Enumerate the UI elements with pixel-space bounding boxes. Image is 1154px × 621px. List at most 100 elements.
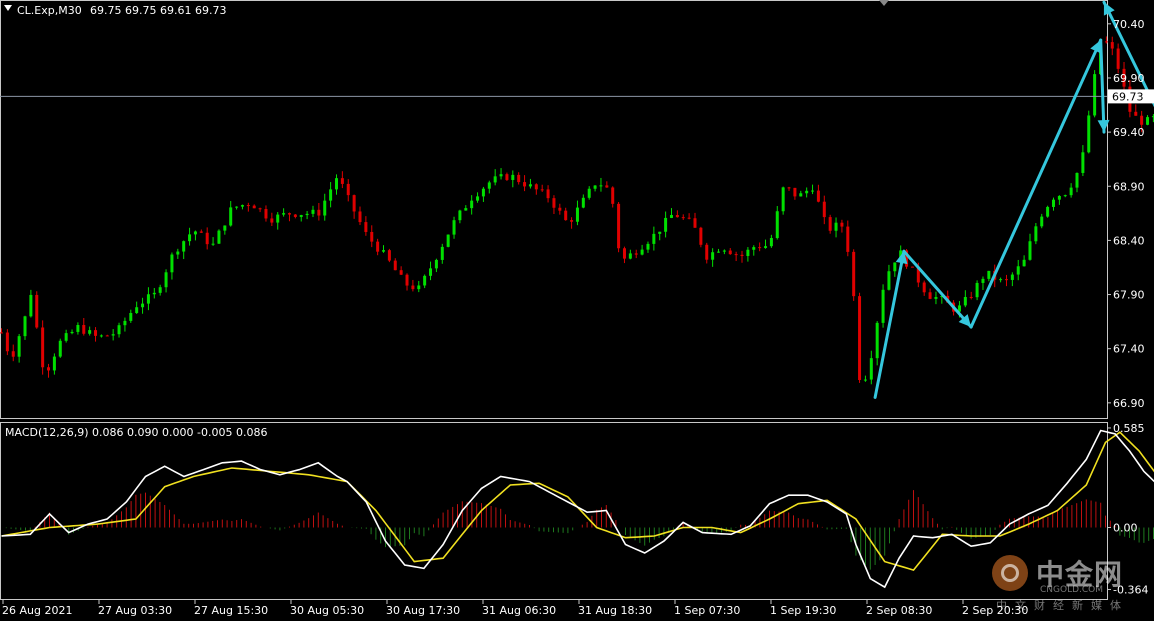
candle-body <box>417 285 421 290</box>
candle-body <box>664 217 668 232</box>
candle-body <box>41 327 45 368</box>
candle-body <box>658 231 662 234</box>
candle-body <box>99 335 103 337</box>
candle-body <box>1040 216 1044 227</box>
cngold-logo-icon <box>992 555 1028 591</box>
candle-body <box>1110 42 1114 49</box>
candle-body <box>258 208 262 210</box>
candle-body <box>129 313 133 321</box>
candle-body <box>123 320 127 326</box>
chart-title: CL.Exp,M30 <box>17 4 82 17</box>
candle-body <box>505 174 509 180</box>
candle-body <box>852 251 856 297</box>
candle-body <box>811 190 815 192</box>
candle-body <box>628 253 632 259</box>
candle-body <box>546 189 550 199</box>
candle-body <box>393 260 397 271</box>
candle-body <box>858 296 862 381</box>
candle-body <box>570 220 574 222</box>
candle-body <box>910 266 914 268</box>
candle-body <box>816 190 820 202</box>
price-tick-label: 67.90 <box>1113 289 1145 302</box>
candle-body <box>887 271 891 290</box>
candle-body <box>1134 111 1138 116</box>
candle-body <box>1140 115 1144 125</box>
time-tick-label: 2 Sep 08:30 <box>866 604 932 617</box>
time-tick-label: 30 Aug 05:30 <box>290 604 364 617</box>
time-tick-label: 30 Aug 17:30 <box>386 604 460 617</box>
time-tick-label: 31 Aug 06:30 <box>482 604 556 617</box>
price-tick-label: 67.40 <box>1113 343 1145 356</box>
candle-body <box>282 213 286 215</box>
candle-body <box>293 214 297 217</box>
candle-body <box>1081 152 1085 173</box>
candle-body <box>511 174 515 180</box>
trend-arrow-line <box>1099 38 1106 134</box>
candle-body <box>270 218 274 223</box>
window-marker <box>879 0 889 6</box>
candle-body <box>481 188 485 197</box>
candle-body <box>828 217 832 231</box>
candle-body <box>23 316 27 337</box>
candle-body <box>440 246 444 260</box>
candle-body <box>223 225 227 231</box>
candle-body <box>340 178 344 184</box>
candle-body <box>264 209 268 219</box>
candle-body <box>787 187 791 189</box>
candle-body <box>188 234 192 242</box>
candle-body <box>5 332 9 352</box>
candle-body <box>634 253 638 255</box>
candle-body <box>58 340 62 357</box>
candle-body <box>458 210 462 221</box>
candle-body <box>746 249 750 257</box>
candle-body <box>981 278 985 283</box>
candle-body <box>699 227 703 245</box>
candle-body <box>105 335 109 337</box>
candle-body <box>728 250 732 255</box>
time-tick-label: 26 Aug 2021 <box>2 604 72 617</box>
candle-body <box>722 250 726 252</box>
macd-signal-line <box>1 431 1154 572</box>
candle-body <box>146 294 150 304</box>
candle-body <box>834 222 838 231</box>
price-tick-label: 69.40 <box>1113 126 1145 139</box>
time-tick-label: 27 Aug 15:30 <box>194 604 268 617</box>
candle-body <box>552 198 556 208</box>
candle-body <box>987 270 991 279</box>
candle-body <box>152 292 156 295</box>
candle-body <box>470 200 474 209</box>
candle-body <box>199 231 203 233</box>
candle-body <box>311 209 315 214</box>
candle-body <box>382 250 386 252</box>
candle-body <box>305 213 309 216</box>
dropdown-triangle-icon[interactable] <box>4 5 12 11</box>
candle-body <box>611 187 615 204</box>
watermark-subtitle: 中文财经新媒体 <box>996 599 1129 612</box>
candle-body <box>423 275 427 286</box>
candle-body <box>217 230 221 244</box>
candle-body <box>205 232 209 245</box>
candle-body <box>411 285 415 290</box>
candle-body <box>229 207 233 226</box>
time-axis: 26 Aug 2021 27 Aug 03:30 27 Aug 15:30 30 Au… <box>2 600 1028 617</box>
candle-body <box>499 174 503 177</box>
candle-body <box>399 270 403 275</box>
candle-body <box>934 297 938 299</box>
candle-body <box>182 241 186 252</box>
candle-body <box>1063 195 1067 197</box>
candle-body <box>1104 41 1108 43</box>
candle-body <box>869 358 873 380</box>
candle-body <box>170 254 174 273</box>
candle-body <box>376 241 380 252</box>
candle-body <box>687 217 691 219</box>
candle-body <box>29 294 33 317</box>
candle-body <box>534 184 538 190</box>
candle-body <box>1093 74 1097 116</box>
macd-tick-label: 0.585 <box>1113 422 1145 435</box>
candle-body <box>652 233 656 244</box>
candle-body <box>1010 274 1014 280</box>
candle-body <box>593 185 597 189</box>
candle-body <box>928 292 932 299</box>
candle-body <box>822 201 826 218</box>
candle-body <box>1146 117 1150 125</box>
